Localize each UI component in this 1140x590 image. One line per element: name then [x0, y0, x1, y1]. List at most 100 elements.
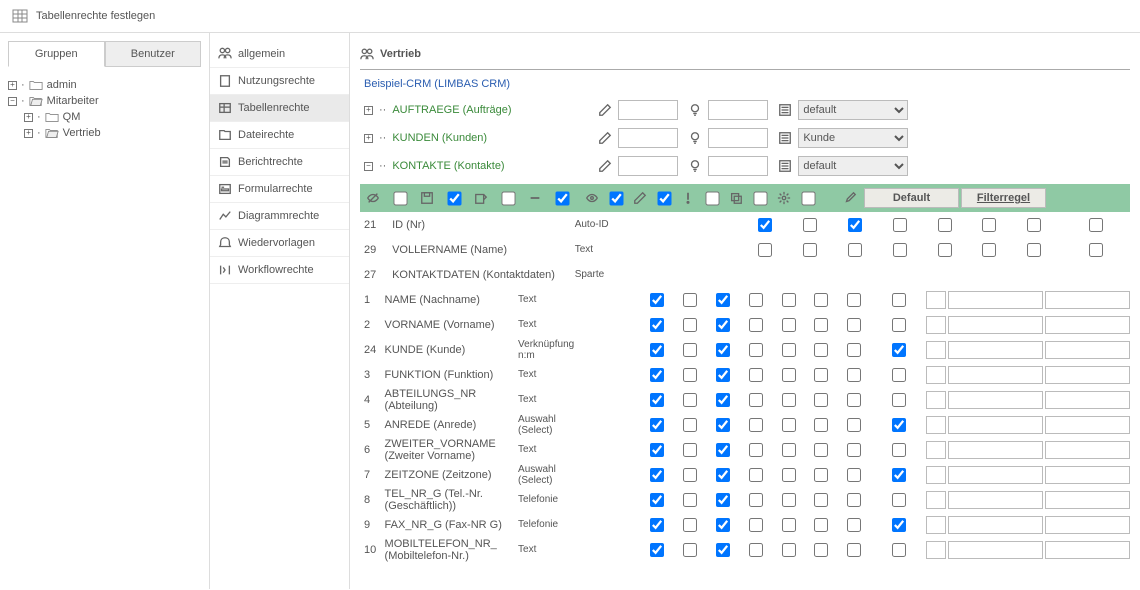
- field-chk-5[interactable]: [982, 243, 996, 257]
- field-chk-6[interactable]: [847, 343, 861, 357]
- field-inp-default[interactable]: [948, 466, 1043, 484]
- field-inp-default[interactable]: [948, 441, 1043, 459]
- field-chk-3[interactable]: [749, 293, 763, 307]
- breadcrumb[interactable]: Beispiel-CRM (LIMBAS CRM): [360, 70, 1130, 96]
- hdr-copy-all[interactable]: [753, 191, 767, 205]
- field-inp-filter[interactable]: [1045, 466, 1130, 484]
- field-inp-sm[interactable]: [926, 316, 946, 334]
- field-chk-3[interactable]: [749, 368, 763, 382]
- field-chk-1[interactable]: [803, 218, 817, 232]
- field-chk-7[interactable]: [892, 468, 906, 482]
- field-chk-2[interactable]: [716, 343, 730, 357]
- field-chk-0[interactable]: [650, 368, 664, 382]
- hdr-chk-4[interactable]: [555, 191, 569, 205]
- bulb-icon[interactable]: [688, 103, 702, 117]
- eye-icon[interactable]: [585, 191, 599, 205]
- pencil-icon[interactable]: [598, 131, 612, 145]
- pencil-icon[interactable]: [598, 159, 612, 173]
- field-chk-7[interactable]: [892, 443, 906, 457]
- field-inp-sm[interactable]: [926, 416, 946, 434]
- field-chk-7[interactable]: [892, 293, 906, 307]
- tree-item-admin[interactable]: +·admin: [8, 77, 201, 93]
- field-chk-2[interactable]: [716, 493, 730, 507]
- field-chk-5[interactable]: [814, 393, 828, 407]
- category-label[interactable]: AUFTRAEGE (Aufträge): [392, 104, 592, 116]
- field-inp-sm[interactable]: [926, 341, 946, 359]
- field-inp-sm[interactable]: [926, 291, 946, 309]
- field-chk-1[interactable]: [683, 343, 697, 357]
- export-icon[interactable]: [474, 191, 488, 205]
- menu-berichtrechte[interactable]: Berichtrechte: [210, 149, 349, 176]
- copy-icon[interactable]: [729, 191, 743, 205]
- field-inp-filter[interactable]: [1045, 391, 1130, 409]
- menu-tabellenrechte[interactable]: Tabellenrechte: [210, 95, 349, 122]
- menu-dateirechte[interactable]: Dateirechte: [210, 122, 349, 149]
- field-chk-6[interactable]: [847, 443, 861, 457]
- field-chk-0[interactable]: [758, 243, 772, 257]
- eye-off-icon[interactable]: [366, 191, 380, 205]
- field-chk-4[interactable]: [782, 518, 796, 532]
- field-chk-6[interactable]: [1027, 243, 1041, 257]
- warn-icon[interactable]: [681, 191, 695, 205]
- menu-diagrammrechte[interactable]: Diagrammrechte: [210, 203, 349, 230]
- field-chk-5[interactable]: [814, 418, 828, 432]
- hdr-view-all[interactable]: [609, 191, 623, 205]
- field-chk-4[interactable]: [782, 318, 796, 332]
- hdr-gear-all[interactable]: [801, 191, 815, 205]
- field-chk-3[interactable]: [893, 218, 907, 232]
- cat-input-1[interactable]: [618, 128, 678, 148]
- field-chk-4[interactable]: [782, 418, 796, 432]
- field-chk-7[interactable]: [892, 318, 906, 332]
- field-chk-6[interactable]: [847, 393, 861, 407]
- field-inp-default[interactable]: [948, 341, 1043, 359]
- field-chk-5[interactable]: [982, 218, 996, 232]
- bulb-icon[interactable]: [688, 131, 702, 145]
- cat-select[interactable]: default: [798, 156, 908, 176]
- field-inp-sm[interactable]: [926, 366, 946, 384]
- field-inp-filter[interactable]: [1045, 541, 1130, 559]
- field-chk-6[interactable]: [847, 493, 861, 507]
- field-chk-7[interactable]: [892, 418, 906, 432]
- field-inp-filter[interactable]: [1045, 441, 1130, 459]
- field-chk-1[interactable]: [683, 543, 697, 557]
- field-chk-7[interactable]: [892, 343, 906, 357]
- field-chk-7[interactable]: [892, 493, 906, 507]
- field-inp-sm[interactable]: [926, 491, 946, 509]
- field-inp-filter[interactable]: [1045, 291, 1130, 309]
- field-chk-3[interactable]: [749, 468, 763, 482]
- field-chk-5[interactable]: [814, 518, 828, 532]
- field-inp-default[interactable]: [948, 316, 1043, 334]
- field-inp-sm[interactable]: [926, 541, 946, 559]
- field-inp-filter[interactable]: [1045, 491, 1130, 509]
- hdr-req-all[interactable]: [705, 191, 719, 205]
- field-chk-3[interactable]: [749, 518, 763, 532]
- field-chk-1[interactable]: [683, 293, 697, 307]
- field-chk-3[interactable]: [749, 443, 763, 457]
- cat-input-2[interactable]: [708, 100, 768, 120]
- tree-item-mitarbeiter[interactable]: −·Mitarbeiter: [8, 93, 201, 109]
- field-chk-1[interactable]: [683, 318, 697, 332]
- field-inp-filter[interactable]: [1045, 516, 1130, 534]
- field-chk-6[interactable]: [847, 468, 861, 482]
- field-chk-2[interactable]: [716, 368, 730, 382]
- hdr-chk-2[interactable]: [447, 191, 461, 205]
- field-chk-6[interactable]: [847, 368, 861, 382]
- minus-icon[interactable]: [528, 191, 542, 205]
- field-chk-6[interactable]: [1027, 218, 1041, 232]
- field-inp-default[interactable]: [948, 491, 1043, 509]
- field-chk-0[interactable]: [650, 293, 664, 307]
- field-chk-1[interactable]: [683, 468, 697, 482]
- field-chk-4[interactable]: [782, 393, 796, 407]
- field-inp-sm[interactable]: [926, 466, 946, 484]
- field-inp-filter[interactable]: [1045, 416, 1130, 434]
- expand-icon[interactable]: +: [24, 129, 33, 138]
- field-inp-sm[interactable]: [926, 391, 946, 409]
- field-chk-4[interactable]: [782, 493, 796, 507]
- cat-input-1[interactable]: [618, 156, 678, 176]
- tab-users[interactable]: Benutzer: [105, 41, 202, 67]
- tab-groups[interactable]: Gruppen: [8, 41, 105, 67]
- field-chk-4[interactable]: [782, 543, 796, 557]
- cat-input-2[interactable]: [708, 156, 768, 176]
- field-chk-2[interactable]: [848, 218, 862, 232]
- field-chk-2[interactable]: [716, 293, 730, 307]
